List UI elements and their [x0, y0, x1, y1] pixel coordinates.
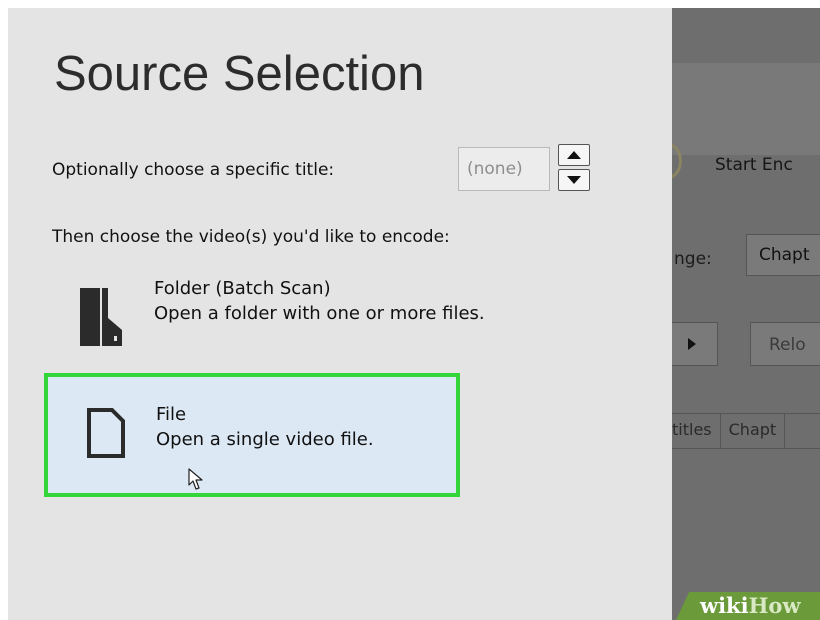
title-spinner[interactable]	[558, 144, 590, 192]
spinner-down-button[interactable]	[558, 169, 590, 191]
tab-subtitles: titles	[672, 414, 721, 448]
background-tabs: titles Chapt	[672, 413, 820, 449]
file-option-title: File	[156, 404, 187, 425]
play-icon	[688, 338, 696, 350]
page-title: Source Selection	[54, 47, 425, 101]
source-selection-panel: Source Selection Optionally choose a spe…	[8, 8, 672, 620]
folder-batch-scan-option[interactable]: Folder (Batch Scan) Open a folder with o…	[76, 276, 596, 352]
reload-button: Relo	[750, 322, 820, 366]
start-encode-icon	[672, 143, 682, 179]
folder-option-title: Folder (Batch Scan)	[154, 278, 331, 299]
wikihow-watermark: wikiHow	[700, 593, 801, 618]
range-select: Chapt	[746, 234, 820, 276]
file-option-description: Open a single video file.	[156, 429, 374, 450]
title-select[interactable]: (none)	[458, 147, 550, 191]
title-prompt-label: Optionally choose a specific title:	[52, 160, 335, 180]
range-label: nge:	[674, 249, 712, 269]
mouse-cursor-icon	[188, 468, 203, 490]
background-app-window: Start Enc nge: Chapt Relo titles Chapt	[672, 8, 820, 620]
watermark-how: How	[748, 593, 801, 618]
encode-prompt-label: Then choose the video(s) you'd like to e…	[52, 227, 450, 247]
spinner-up-button[interactable]	[558, 144, 590, 166]
file-icon	[87, 408, 125, 458]
tab-chapters: Chapt	[721, 414, 786, 448]
arrow-up-icon	[567, 151, 581, 159]
folder-option-description: Open a folder with one or more files.	[154, 303, 485, 324]
play-button	[672, 322, 718, 366]
arrow-down-icon	[567, 176, 581, 184]
file-option[interactable]: File Open a single video file.	[44, 373, 460, 497]
background-toolbar: Start Enc	[672, 63, 820, 179]
watermark-wiki: wiki	[700, 593, 749, 618]
folder-icon	[80, 288, 122, 346]
start-encode-button: Start Enc	[715, 155, 793, 175]
